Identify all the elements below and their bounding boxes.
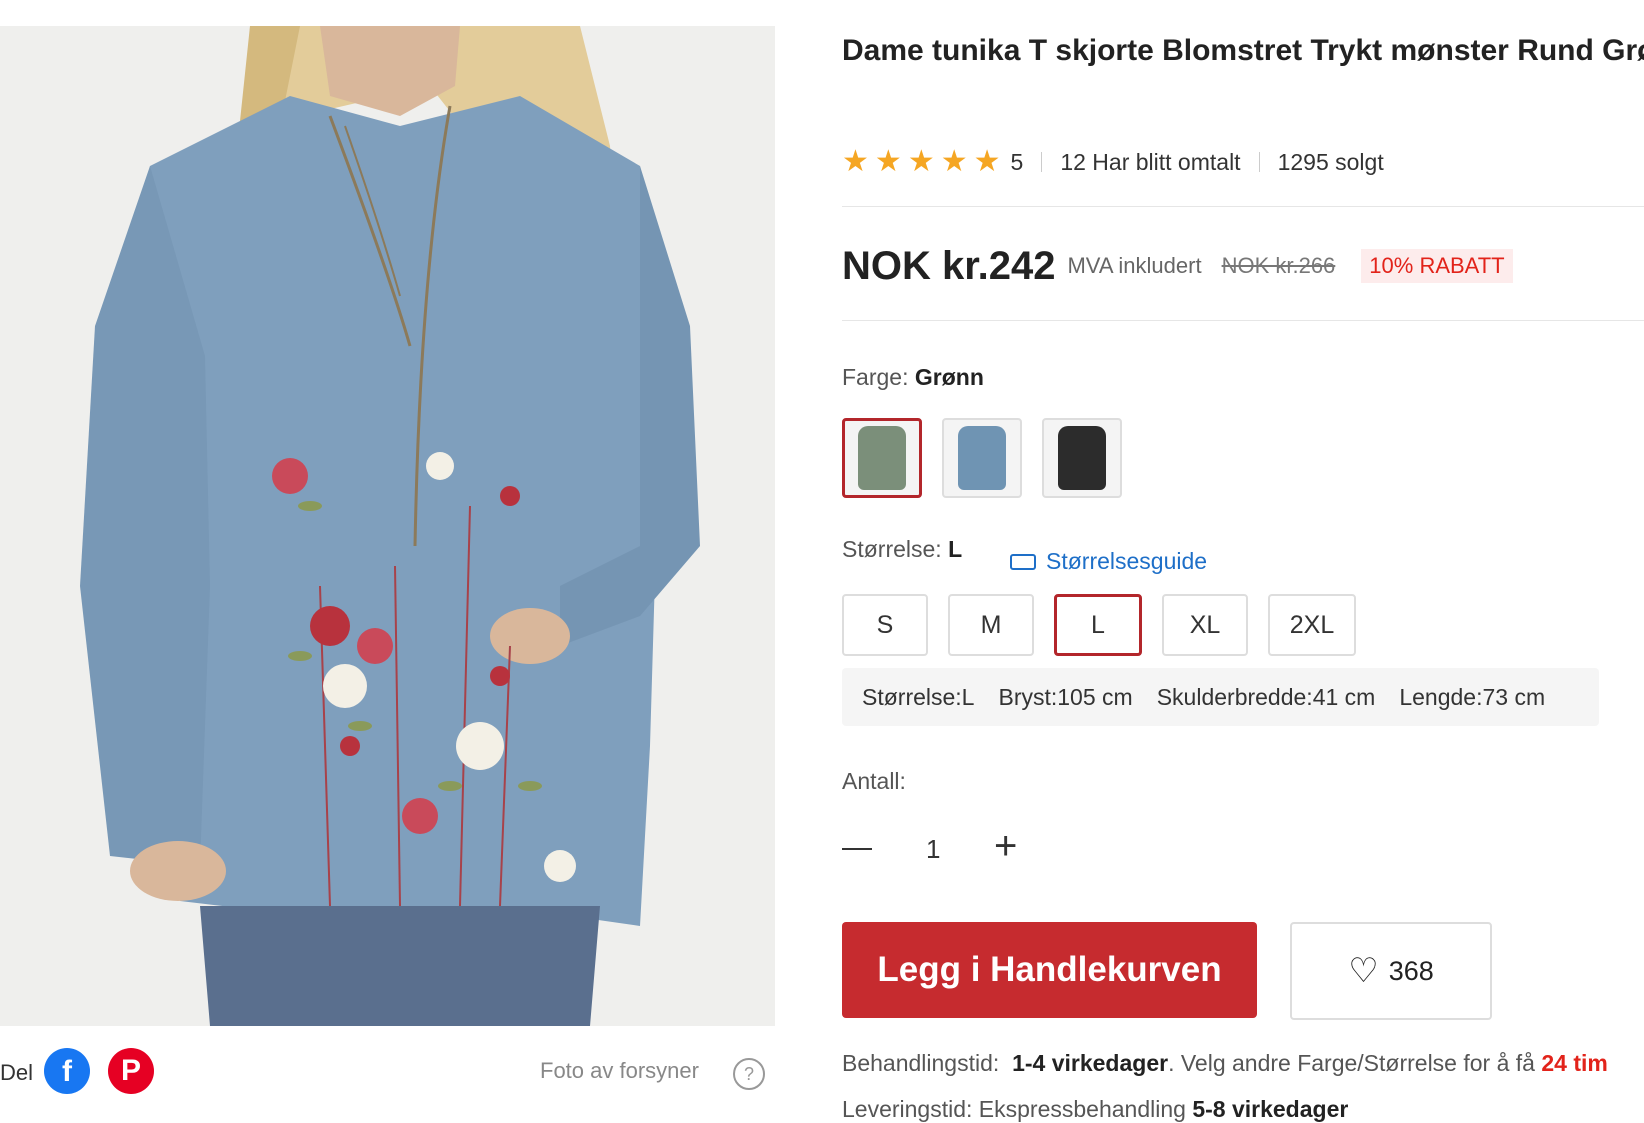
share-label: Del [0,1060,34,1085]
size-options: S M L XL 2XL [842,594,1356,656]
size-option-l[interactable]: L [1054,594,1142,656]
product-title-text: Dame tunika T skjorte Blomstret Trykt mø… [842,34,1644,67]
vat-note: MVA inkludert [1067,253,1202,278]
add-to-cart-button[interactable]: Legg i Handlekurven [842,922,1257,1018]
size-selected-value: L [948,536,963,562]
processing-value: 1-4 virkedager [1012,1050,1169,1076]
rating-score: 5 [1010,148,1024,175]
color-swatch-black[interactable] [1042,418,1122,498]
star-icon: ★ [907,145,935,178]
star-icon: ★ [973,145,1001,178]
size-label-text: Størrelse: [842,536,942,562]
delivery-time: Leveringstid: Ekspressbehandling 5-8 vir… [842,1096,1644,1123]
quantity-label: Antall: [842,768,906,794]
processing-note: . Velg andre Farge/Størrelse for å få [1168,1050,1535,1076]
size-option-s[interactable]: S [842,594,928,656]
divider [842,320,1644,321]
size-guide-link[interactable]: Størrelsesguide [1010,548,1207,575]
size-label: Størrelse: L [842,536,962,563]
divider [842,206,1644,207]
rating-row: ★ ★ ★ ★ ★ 5 12 Har blitt omtalt 1295 sol… [842,144,1384,180]
size-measurements: Størrelse:L Bryst:105 cm Skulderbredde:4… [842,668,1599,726]
color-label-text: Farge: [842,364,909,390]
size-option-xl[interactable]: XL [1162,594,1248,656]
color-swatch-green[interactable] [842,418,922,498]
wishlist-button[interactable]: ♡ 368 [1290,922,1492,1020]
swatch-thumbnail [858,426,906,490]
color-selected-value: Grønn [914,364,984,390]
size-option-m[interactable]: M [948,594,1034,656]
star-icon: ★ [842,145,869,178]
divider [1258,152,1260,172]
size-guide-text: Størrelsesguide [1046,548,1208,574]
measure-chest: Bryst:105 cm [998,683,1133,710]
heart-icon: ♡ [1348,952,1379,990]
ruler-icon [1010,553,1036,570]
original-price: NOK kr.266 [1221,253,1336,278]
delivery-value: 5-8 virkedager [1192,1096,1349,1122]
star-icon: ★ [874,145,902,178]
plus-icon[interactable]: + [994,824,1017,868]
divider [1041,152,1043,172]
processing-highlight: 24 tim [1541,1050,1608,1076]
color-swatch-blue[interactable] [942,418,1022,498]
size-option-2xl[interactable]: 2XL [1268,594,1356,656]
product-info-panel: Dame tunika T skjorte Blomstret Trykt mø… [842,0,1644,1122]
share-bar: Del f P Foto av forsyner ? [0,1040,775,1100]
color-swatches [842,418,1122,498]
processing-label: Behandlingstid: [842,1050,1000,1076]
star-icon: ★ [940,145,968,178]
pinterest-icon[interactable]: P [108,1048,154,1094]
rating-stars: ★ ★ ★ ★ ★ [842,147,1001,177]
product-image[interactable] [0,26,775,1026]
discount-badge: 10% RABATT [1361,249,1513,283]
quantity-value[interactable]: 1 [926,834,940,865]
price-row: NOK kr.242 MVA inkludert NOK kr.266 10% … [842,238,1513,294]
delivery-label: Leveringstid: Ekspressbehandling [842,1096,1186,1122]
measure-length: Lengde:73 cm [1399,683,1546,710]
sold-count: 1295 solgt [1277,148,1384,175]
minus-icon[interactable] [842,848,872,850]
product-photo-illustration [0,26,775,1026]
review-count-link[interactable]: 12 Har blitt omtalt [1060,149,1240,176]
photo-credit: Foto av forsyner [540,1058,699,1083]
current-price: NOK kr.242 [842,243,1056,288]
help-icon[interactable]: ? [733,1058,765,1090]
product-title: Dame tunika T skjorte Blomstret Trykt mø… [842,26,1644,76]
measure-size: Størrelse:L [862,683,975,710]
wishlist-count: 368 [1388,955,1434,986]
facebook-icon[interactable]: f [44,1048,90,1094]
processing-time: Behandlingstid: 1-4 virkedager. Velg and… [842,1050,1644,1077]
swatch-thumbnail [1058,426,1106,490]
swatch-thumbnail [958,426,1006,490]
quantity-stepper: 1 + [842,824,1032,874]
color-label: Farge: Grønn [842,364,984,391]
measure-shoulder: Skulderbredde:41 cm [1156,683,1376,710]
